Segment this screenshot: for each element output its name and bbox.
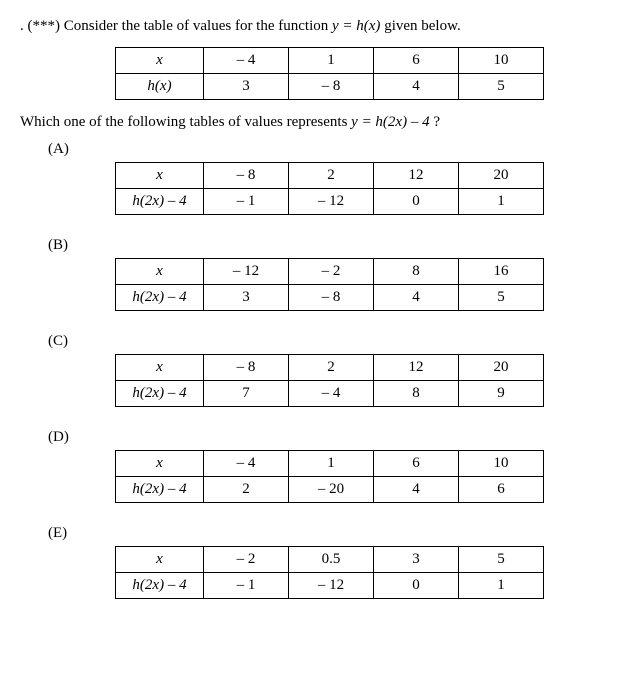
row-header: x bbox=[116, 355, 204, 381]
cell: 7 bbox=[204, 381, 289, 407]
cell: 4 bbox=[374, 74, 459, 100]
question-suffix: given below. bbox=[384, 18, 461, 34]
row-header: h(x) bbox=[116, 74, 204, 100]
option-table-e: x – 2 0.5 3 5 h(2x) – 4 – 1 – 12 0 1 bbox=[115, 546, 544, 599]
table-row: x – 2 0.5 3 5 bbox=[116, 547, 544, 573]
row-header: h(2x) – 4 bbox=[116, 381, 204, 407]
row-header: h(2x) – 4 bbox=[116, 189, 204, 215]
cell: 20 bbox=[459, 355, 544, 381]
cell: 1 bbox=[289, 48, 374, 74]
question-text: . (***) Consider the table of values for… bbox=[20, 18, 603, 35]
cell: 5 bbox=[459, 547, 544, 573]
cell: – 4 bbox=[289, 381, 374, 407]
table-row: x – 4 1 6 10 bbox=[116, 48, 544, 74]
option-label-c: (C) bbox=[48, 333, 603, 350]
row-header: h(2x) – 4 bbox=[116, 573, 204, 599]
cell: 2 bbox=[289, 163, 374, 189]
row-header: h(2x) – 4 bbox=[116, 285, 204, 311]
table-row: x – 12 – 2 8 16 bbox=[116, 259, 544, 285]
option-label-d: (D) bbox=[48, 429, 603, 446]
cell: – 12 bbox=[289, 573, 374, 599]
cell: 12 bbox=[374, 355, 459, 381]
table-row: h(2x) – 4 – 1 – 12 0 1 bbox=[116, 573, 544, 599]
cell: – 8 bbox=[204, 355, 289, 381]
cell: 0 bbox=[374, 573, 459, 599]
table-row: h(2x) – 4 – 1 – 12 0 1 bbox=[116, 189, 544, 215]
cell: 3 bbox=[204, 74, 289, 100]
cell: – 12 bbox=[204, 259, 289, 285]
option-table-d: x – 4 1 6 10 h(2x) – 4 2 – 20 4 6 bbox=[115, 450, 544, 503]
question-prefix: . (***) Consider the table of values for… bbox=[20, 18, 332, 34]
table-row: h(x) 3 – 8 4 5 bbox=[116, 74, 544, 100]
table-row: h(2x) – 4 2 – 20 4 6 bbox=[116, 477, 544, 503]
cell: 1 bbox=[459, 573, 544, 599]
cell: – 2 bbox=[204, 547, 289, 573]
cell: – 4 bbox=[204, 48, 289, 74]
prompt-function: y = h(2x) – 4 bbox=[351, 114, 429, 130]
prompt-text: Which one of the following tables of val… bbox=[20, 114, 603, 131]
row-header: x bbox=[116, 451, 204, 477]
cell: 4 bbox=[374, 285, 459, 311]
cell: 0 bbox=[374, 189, 459, 215]
cell: 6 bbox=[374, 451, 459, 477]
cell: – 8 bbox=[289, 285, 374, 311]
cell: – 8 bbox=[289, 74, 374, 100]
cell: 10 bbox=[459, 48, 544, 74]
cell: – 1 bbox=[204, 189, 289, 215]
cell: – 12 bbox=[289, 189, 374, 215]
table-row: x – 8 2 12 20 bbox=[116, 355, 544, 381]
cell: 6 bbox=[459, 477, 544, 503]
option-table-a: x – 8 2 12 20 h(2x) – 4 – 1 – 12 0 1 bbox=[115, 162, 544, 215]
row-header: h(2x) – 4 bbox=[116, 477, 204, 503]
cell: – 2 bbox=[289, 259, 374, 285]
cell: 8 bbox=[374, 381, 459, 407]
cell: 10 bbox=[459, 451, 544, 477]
cell: 8 bbox=[374, 259, 459, 285]
option-table-c: x – 8 2 12 20 h(2x) – 4 7 – 4 8 9 bbox=[115, 354, 544, 407]
cell: 9 bbox=[459, 381, 544, 407]
cell: – 8 bbox=[204, 163, 289, 189]
cell: 4 bbox=[374, 477, 459, 503]
cell: 5 bbox=[459, 74, 544, 100]
cell: 16 bbox=[459, 259, 544, 285]
option-label-b: (B) bbox=[48, 237, 603, 254]
cell: 20 bbox=[459, 163, 544, 189]
row-header: x bbox=[116, 163, 204, 189]
table-row: x – 4 1 6 10 bbox=[116, 451, 544, 477]
option-label-e: (E) bbox=[48, 525, 603, 542]
cell: – 1 bbox=[204, 573, 289, 599]
row-header: x bbox=[116, 48, 204, 74]
cell: 3 bbox=[374, 547, 459, 573]
cell: – 20 bbox=[289, 477, 374, 503]
question-function: y = h(x) bbox=[332, 18, 380, 34]
row-header: x bbox=[116, 259, 204, 285]
table-row: h(2x) – 4 7 – 4 8 9 bbox=[116, 381, 544, 407]
table-row: h(2x) – 4 3 – 8 4 5 bbox=[116, 285, 544, 311]
cell: 6 bbox=[374, 48, 459, 74]
cell: 12 bbox=[374, 163, 459, 189]
cell: 2 bbox=[289, 355, 374, 381]
cell: 2 bbox=[204, 477, 289, 503]
table-row: x – 8 2 12 20 bbox=[116, 163, 544, 189]
cell: 3 bbox=[204, 285, 289, 311]
prompt-prefix: Which one of the following tables of val… bbox=[20, 114, 351, 130]
option-label-a: (A) bbox=[48, 141, 603, 158]
cell: – 4 bbox=[204, 451, 289, 477]
cell: 5 bbox=[459, 285, 544, 311]
prompt-suffix: ? bbox=[433, 114, 440, 130]
cell: 1 bbox=[289, 451, 374, 477]
option-table-b: x – 12 – 2 8 16 h(2x) – 4 3 – 8 4 5 bbox=[115, 258, 544, 311]
cell: 0.5 bbox=[289, 547, 374, 573]
row-header: x bbox=[116, 547, 204, 573]
cell: 1 bbox=[459, 189, 544, 215]
base-table: x – 4 1 6 10 h(x) 3 – 8 4 5 bbox=[115, 47, 544, 100]
